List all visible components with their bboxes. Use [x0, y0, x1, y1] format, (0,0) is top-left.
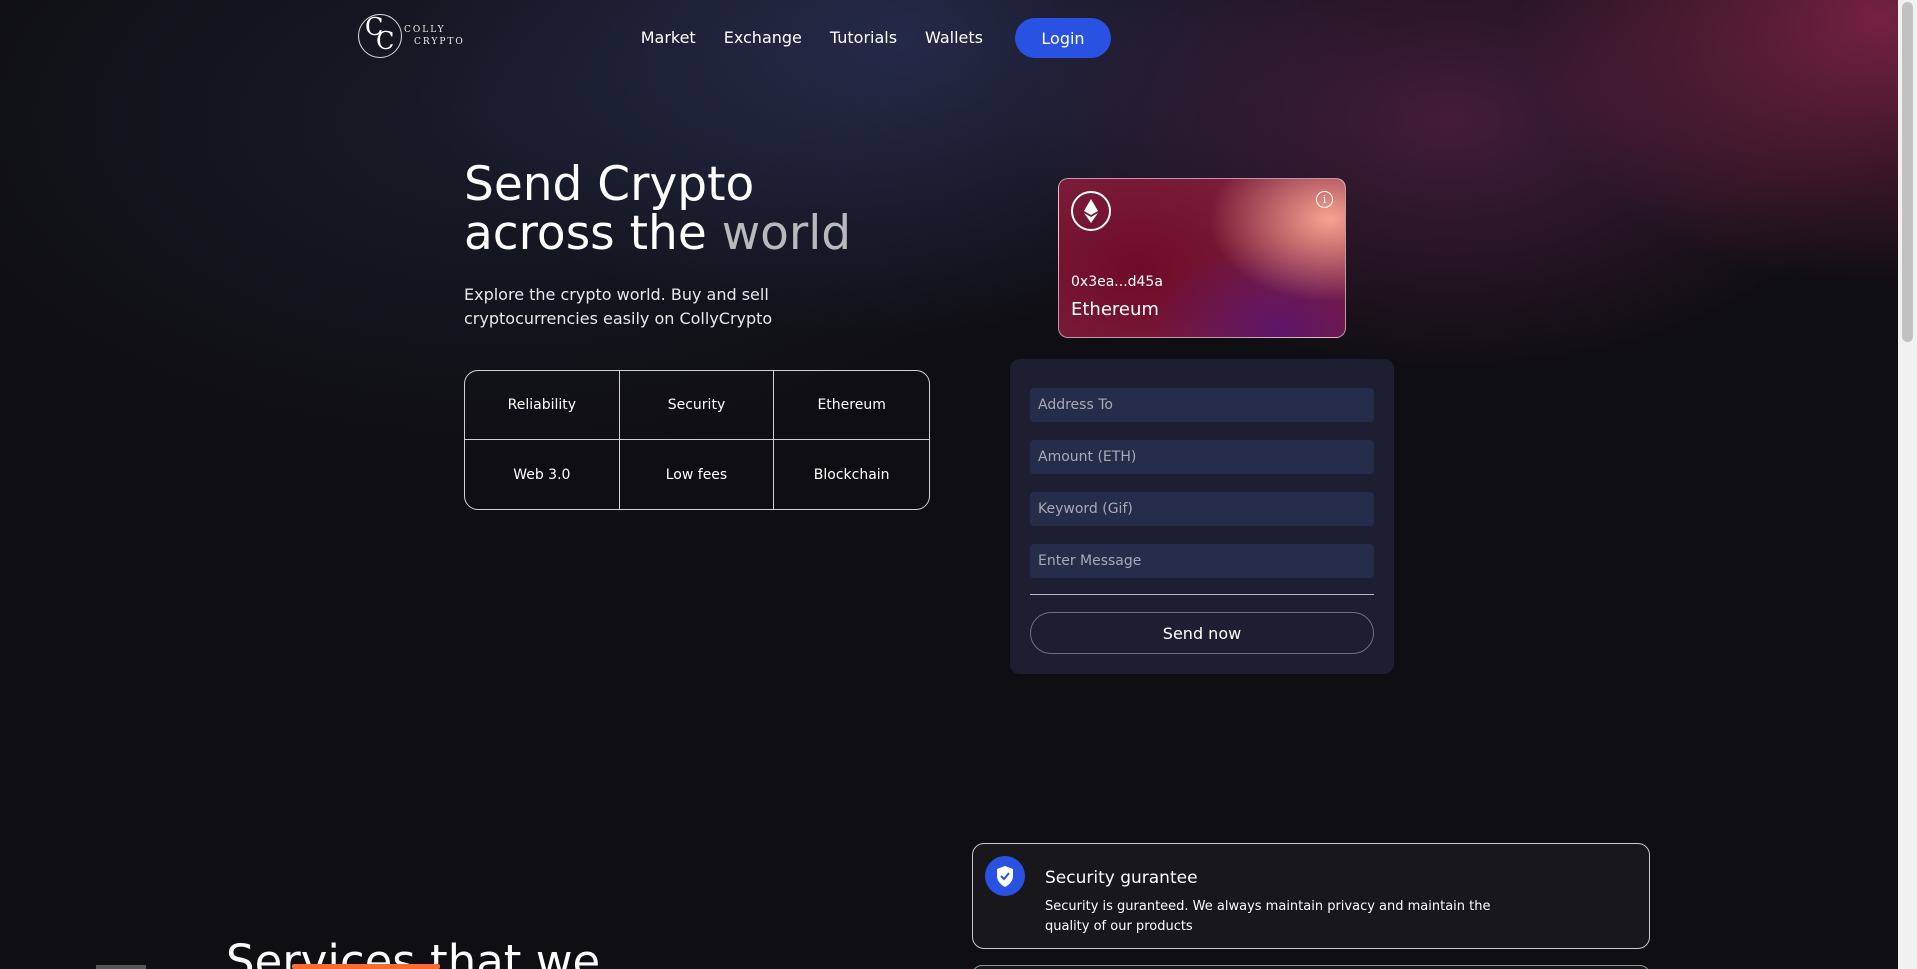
nav-link-market[interactable]: Market	[641, 18, 696, 58]
info-icon[interactable]: i	[1316, 191, 1333, 208]
network-name: Ethereum	[1071, 299, 1159, 320]
ethereum-card: i 0x3ea...d45a Ethereum	[1058, 178, 1346, 338]
address-input[interactable]	[1030, 388, 1374, 422]
main-nav: Market Exchange Tutorials Wallets Login	[613, 18, 1111, 58]
feature-security: Security	[619, 371, 775, 440]
login-button[interactable]: Login	[1015, 18, 1111, 58]
service-card-security: Security gurantee Security is guranteed.…	[972, 843, 1650, 949]
amount-input[interactable]	[1030, 440, 1374, 474]
ethereum-icon	[1071, 191, 1111, 231]
nav-link-wallets[interactable]: Wallets	[925, 18, 983, 58]
logo-initial: C	[376, 27, 395, 55]
logo-line: COLLY	[404, 25, 446, 35]
hero-title-highlight: world	[721, 206, 852, 261]
send-now-button[interactable]: Send now	[1030, 612, 1374, 654]
logo-wordmark: COLLY CRYPTO	[404, 24, 465, 48]
hero-title: Send Crypto across the world	[464, 160, 851, 258]
feature-web3: Web 3.0	[465, 440, 620, 509]
feature-grid: Reliability Security Ethereum Web 3.0 Lo…	[464, 370, 930, 510]
logo-line: CRYPTO	[414, 37, 465, 47]
heading-underline	[292, 964, 440, 969]
feature-low-fees: Low fees	[620, 440, 775, 509]
scroll-indicator	[96, 965, 146, 969]
feature-ethereum: Ethereum	[774, 371, 929, 440]
scrollbar-thumb[interactable]	[1902, 2, 1913, 342]
service-card	[972, 965, 1650, 969]
feature-reliability: Reliability	[465, 371, 620, 440]
nav-link-exchange[interactable]: Exchange	[724, 18, 802, 58]
service-description: Security is guranteed. We always maintai…	[1045, 899, 1491, 934]
shield-check-icon	[985, 856, 1025, 896]
nav-link-tutorials[interactable]: Tutorials	[830, 18, 897, 58]
message-input[interactable]	[1030, 544, 1374, 578]
form-divider	[1030, 594, 1374, 595]
wallet-address: 0x3ea...d45a	[1071, 274, 1163, 290]
page-background	[0, 0, 1898, 969]
hero-title-line-2: across the	[464, 206, 722, 261]
hero-title-line-1: Send Crypto	[464, 157, 755, 212]
hero-subtitle: Explore the crypto world. Buy and sell c…	[464, 285, 773, 328]
keyword-input[interactable]	[1030, 492, 1374, 526]
logo[interactable]: C C COLLY CRYPTO	[358, 13, 478, 60]
feature-blockchain: Blockchain	[813, 466, 890, 483]
service-title: Security gurantee	[1045, 868, 1198, 888]
send-form: Send now	[1010, 359, 1394, 674]
logo-mark: C C	[358, 13, 402, 58]
scrollbar[interactable]	[1898, 0, 1917, 969]
